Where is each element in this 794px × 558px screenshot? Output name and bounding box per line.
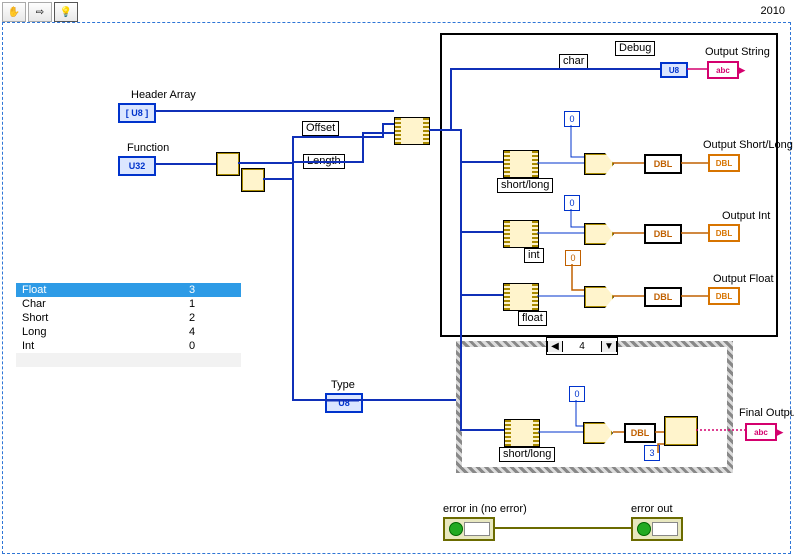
type-table-row[interactable]: Short2 (16, 311, 241, 325)
case-value: 4 (563, 341, 601, 352)
dbl-shortlong: DBL (644, 154, 682, 174)
format-into-string-node[interactable] (664, 416, 698, 446)
debug-label: Debug (615, 41, 655, 56)
dbl-case: DBL (624, 423, 656, 443)
final-output-label: Final Output (739, 407, 794, 419)
output-string-indicator[interactable]: abc (707, 61, 739, 79)
type-table-row[interactable]: Long4 (16, 325, 241, 339)
output-shortlong-label: Output Short/Long (703, 139, 793, 151)
const-three[interactable]: 3 (644, 445, 660, 461)
header-array-label: Header Array (131, 89, 196, 101)
index-length-node[interactable] (241, 168, 265, 192)
type-label: Type (331, 379, 355, 391)
type-terminal[interactable]: U8 (325, 393, 363, 413)
zero-const-2[interactable]: 0 (564, 195, 580, 211)
dbl-float: DBL (644, 287, 682, 307)
index-offset-node[interactable] (216, 152, 240, 176)
version-label: 2010 (761, 5, 785, 17)
function-label: Function (127, 142, 169, 154)
cast-float-node[interactable] (503, 283, 539, 311)
zero-const-1[interactable]: 0 (564, 111, 580, 127)
case-next-icon[interactable]: ▼ (601, 341, 617, 352)
output-int-label: Output Int (722, 210, 770, 222)
output-float-label: Output Float (713, 273, 774, 285)
cast-case-node[interactable] (504, 419, 540, 447)
char-label: char (559, 54, 588, 69)
function-terminal[interactable]: U32 (118, 156, 156, 176)
type-table[interactable]: Float3Char1Short2Long4Int0 (16, 283, 241, 367)
int-label: int (524, 248, 544, 263)
type-table-row[interactable]: Int0 (16, 339, 241, 353)
output-int-indicator[interactable]: DBL (708, 224, 740, 242)
error-in-label: error in (no error) (443, 503, 527, 515)
error-in-cluster[interactable] (443, 517, 495, 541)
u8-to-string-node[interactable]: U8 (660, 62, 688, 78)
dbl-int: DBL (644, 224, 682, 244)
block-diagram: 2010 Header Array [ U8 ] Function U32 Of… (1, 2, 793, 556)
error-out-label: error out (631, 503, 673, 515)
float-label: float (518, 311, 547, 326)
header-array-terminal[interactable]: [ U8 ] (118, 103, 156, 123)
case-selector[interactable]: ◀ 4 ▼ (546, 337, 618, 355)
length-label: Length (303, 154, 345, 169)
final-output-indicator[interactable]: abc (745, 423, 777, 441)
error-out-cluster[interactable] (631, 517, 683, 541)
case-prev-icon[interactable]: ◀ (547, 341, 563, 352)
zero-const-3[interactable]: 0 (565, 250, 581, 266)
shortlong2-label: short/long (499, 447, 555, 462)
output-float-indicator[interactable]: DBL (708, 287, 740, 305)
zero-const-case[interactable]: 0 (569, 386, 585, 402)
output-string-label: Output String (705, 46, 770, 58)
cast-int-node[interactable] (503, 220, 539, 248)
shortlong-label: short/long (497, 178, 553, 193)
output-shortlong-indicator[interactable]: DBL (708, 154, 740, 172)
cast-shortlong-node[interactable] (503, 150, 539, 178)
offset-label: Offset (302, 121, 339, 136)
type-table-row[interactable]: Char1 (16, 297, 241, 311)
array-subset-node[interactable] (394, 117, 430, 145)
case-structure[interactable] (456, 341, 733, 473)
type-table-row[interactable]: Float3 (16, 283, 241, 297)
